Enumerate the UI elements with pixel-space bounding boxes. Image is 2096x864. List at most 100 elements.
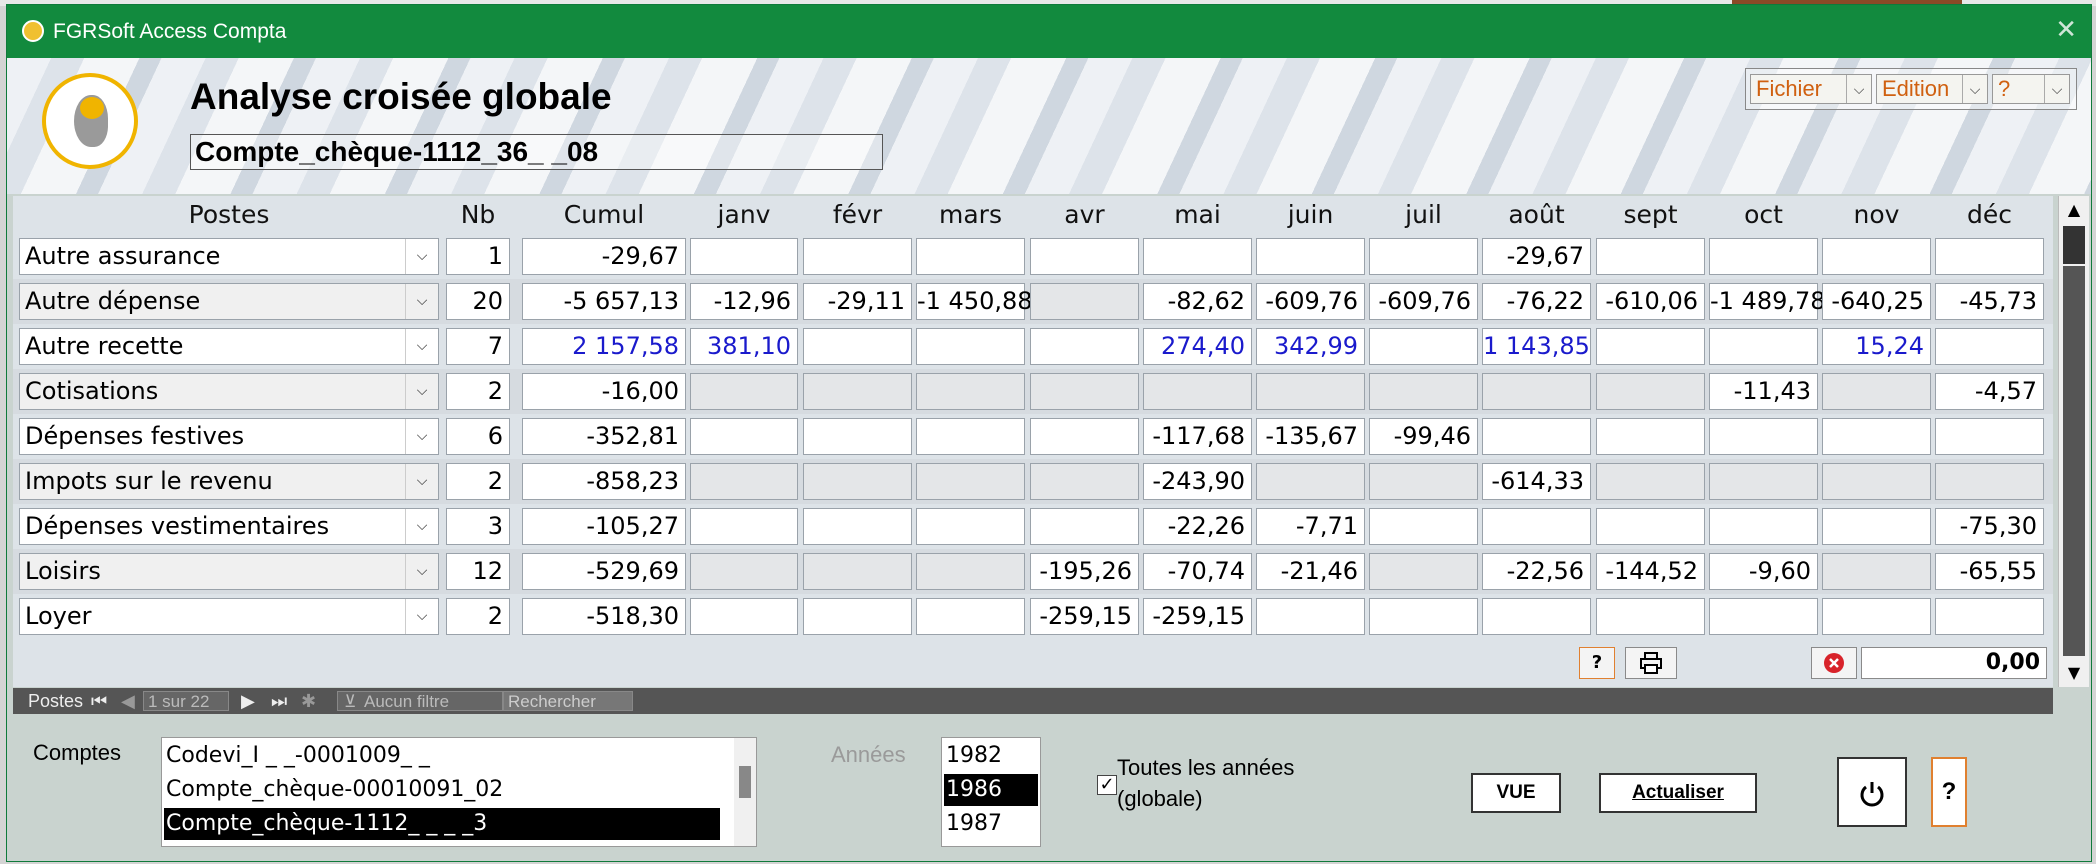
vertical-scrollbar[interactable]: ▲ ▼ <box>2058 196 2089 687</box>
table-row: Cotisations ⌵ 2 -16,00 -11,43 -4,57 <box>13 369 2053 414</box>
cumul-cell: -529,69 <box>522 553 686 590</box>
month-cell: -22,56 <box>1482 553 1591 590</box>
chevron-down-icon[interactable]: ⌵ <box>405 284 438 319</box>
month-cell: 15,24 <box>1822 328 1931 365</box>
month-cell <box>1596 463 1705 500</box>
cumul-cell: -352,81 <box>522 418 686 455</box>
month-cell: -65,55 <box>1935 553 2044 590</box>
list-item-selected[interactable]: Compte_chèque-1112_ _ _ _3 <box>164 808 720 840</box>
list-item[interactable]: Codevi_I _ _-0001009_ _ <box>164 740 720 772</box>
vue-button[interactable]: VUE <box>1471 773 1561 813</box>
table-row: Impots sur le revenu ⌵ 2 -858,23 -243,90 -614… <box>13 459 2053 504</box>
month-cell <box>803 508 912 545</box>
print-button[interactable] <box>1625 647 1677 679</box>
chevron-down-icon[interactable]: ⌵ <box>405 464 438 499</box>
month-cell <box>1822 373 1931 410</box>
list-item[interactable]: 1987 <box>944 808 1038 840</box>
annees-listbox[interactable]: 1982 1986 1987 <box>941 737 1041 847</box>
month-cell <box>1822 508 1931 545</box>
scroll-down-icon[interactable]: ▼ <box>2059 659 2089 687</box>
month-cell <box>1822 418 1931 455</box>
month-cell <box>1143 373 1252 410</box>
power-button[interactable] <box>1837 757 1907 827</box>
chevron-down-icon[interactable]: ⌵ <box>405 509 438 544</box>
poste-label: Autre dépense <box>25 287 201 315</box>
month-cell <box>1822 553 1931 590</box>
month-cell: -259,15 <box>1143 598 1252 635</box>
column-header-4: févr <box>832 200 883 229</box>
nb-cell: 2 <box>446 463 510 500</box>
month-cell <box>690 238 798 275</box>
last-record-icon[interactable]: ⏭ <box>271 688 287 714</box>
comptes-label: Comptes <box>33 740 122 765</box>
search-input[interactable]: Rechercher <box>503 691 633 711</box>
scroll-track[interactable] <box>2063 266 2085 656</box>
poste-combobox[interactable]: Dépenses vestimentaires ⌵ <box>19 508 439 545</box>
chevron-down-icon[interactable]: ⌵ <box>405 599 438 634</box>
total-field: 0,00 <box>1861 647 2047 679</box>
month-cell <box>690 553 798 590</box>
month-cell <box>1822 598 1931 635</box>
prev-record-icon[interactable]: ◀ <box>121 688 135 714</box>
menu-help[interactable]: ? ⌵ <box>1992 74 2070 104</box>
month-cell <box>803 598 912 635</box>
poste-combobox[interactable]: Loyer ⌵ <box>19 598 439 635</box>
chevron-down-icon[interactable]: ⌵ <box>405 329 438 364</box>
chevron-down-icon[interactable]: ⌵ <box>405 554 438 589</box>
poste-label: Autre assurance <box>25 242 221 270</box>
list-item-selected[interactable]: 1986 <box>944 774 1038 806</box>
chevron-down-icon[interactable]: ⌵ <box>405 374 438 409</box>
month-cell <box>1030 418 1139 455</box>
poste-combobox[interactable]: Dépenses festives ⌵ <box>19 418 439 455</box>
new-record-icon[interactable]: ✱ <box>301 688 316 714</box>
chevron-down-icon[interactable]: ⌵ <box>2044 75 2069 103</box>
poste-combobox[interactable]: Impots sur le revenu ⌵ <box>19 463 439 500</box>
month-cell <box>1030 283 1139 320</box>
poste-label: Autre recette <box>25 332 184 360</box>
month-cell <box>916 463 1025 500</box>
month-cell: -135,67 <box>1256 418 1365 455</box>
toutes-annees-checkbox[interactable]: ✓ <box>1097 775 1117 795</box>
listbox-scrollbar[interactable] <box>734 738 756 846</box>
column-header-8: juin <box>1287 200 1334 229</box>
actualiser-button[interactable]: Actualiser <box>1599 773 1757 813</box>
chevron-down-icon[interactable]: ⌵ <box>405 419 438 454</box>
month-cell <box>1369 463 1478 500</box>
month-cell <box>1596 508 1705 545</box>
grid-help-button[interactable]: ? <box>1579 647 1615 679</box>
poste-combobox[interactable]: Cotisations ⌵ <box>19 373 439 410</box>
poste-label: Cotisations <box>25 377 159 405</box>
month-cell <box>1482 373 1591 410</box>
column-header-7: mai <box>1174 200 1221 229</box>
cancel-button[interactable] <box>1811 647 1857 679</box>
chevron-down-icon[interactable]: ⌵ <box>405 239 438 274</box>
help-button[interactable]: ? <box>1931 757 1967 827</box>
table-row: Loyer ⌵ 2 -518,30 -259,15 -259,15 <box>13 594 2053 639</box>
month-cell <box>1030 328 1139 365</box>
record-counter[interactable]: 1 sur 22 <box>143 691 229 711</box>
poste-combobox[interactable]: Loisirs ⌵ <box>19 553 439 590</box>
filter-button[interactable]: ⊻ Aucun filtre <box>337 691 503 711</box>
month-cell <box>1822 463 1931 500</box>
month-cell <box>803 328 912 365</box>
poste-combobox[interactable]: Autre recette ⌵ <box>19 328 439 365</box>
next-record-icon[interactable]: ▶ <box>241 688 255 714</box>
scroll-thumb[interactable] <box>2063 226 2085 264</box>
month-cell: -82,62 <box>1143 283 1252 320</box>
chevron-down-icon[interactable]: ⌵ <box>1846 75 1871 103</box>
comptes-listbox[interactable]: Codevi_I _ _-0001009_ _ Compte_chèque-00… <box>161 737 757 847</box>
month-cell <box>916 418 1025 455</box>
poste-combobox[interactable]: Autre assurance ⌵ <box>19 238 439 275</box>
month-cell <box>1596 238 1705 275</box>
list-item[interactable]: 1982 <box>944 740 1038 772</box>
chevron-down-icon[interactable]: ⌵ <box>1962 75 1987 103</box>
poste-combobox[interactable]: Autre dépense ⌵ <box>19 283 439 320</box>
first-record-icon[interactable]: ⏮ <box>91 688 107 714</box>
month-cell: -259,15 <box>1030 598 1139 635</box>
close-icon[interactable]: ✕ <box>2055 15 2077 45</box>
menu-edition[interactable]: Edition ⌵ <box>1876 74 1988 104</box>
window-title: FGRSoft Access Compta <box>53 20 287 43</box>
list-item[interactable]: Compte_chèque-00010091_02 <box>164 774 720 806</box>
menu-fichier[interactable]: Fichier ⌵ <box>1750 74 1872 104</box>
scroll-up-icon[interactable]: ▲ <box>2059 196 2089 224</box>
